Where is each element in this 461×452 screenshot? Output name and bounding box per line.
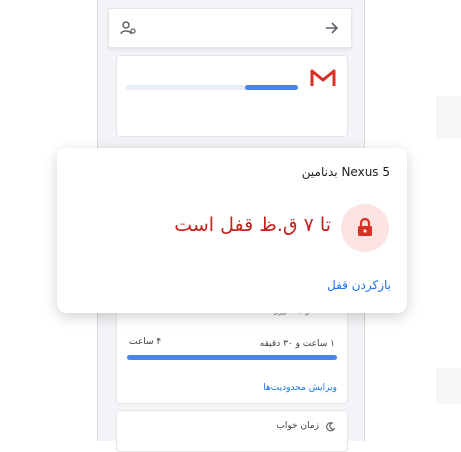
person-settings-icon[interactable] [120,21,136,35]
lock-status-text: تا ۷ ق.ظ قفل است [174,214,331,236]
daily-limit-card: محدودیت روزانه ۴ ساعت ۱ ساعت و ۳۰ دقیقه … [116,298,348,404]
bedtime-label: زمان خواب [276,421,319,431]
moon-icon [326,422,335,432]
background-ghost-panel [436,96,461,138]
usage-track [126,85,298,90]
lock-icon [358,217,372,236]
device-lock-dialog: Nexus 5 بدنامین تا ۷ ق.ظ قفل است بازکردن… [57,148,407,313]
edit-limits-link[interactable]: ویرایش محدودیت‌ها [263,383,337,393]
daily-limit-fill [127,355,337,360]
device-title: Nexus 5 بدنامین [301,165,390,179]
gmail-icon [310,69,336,86]
app-usage-card [116,55,348,137]
daily-limit-track [127,355,337,360]
bedtime-card: زمان خواب [116,410,348,452]
lock-badge [341,204,389,252]
usage-fill [244,85,298,90]
limit-label: ۴ ساعت [129,337,162,347]
unlock-button[interactable]: بازکردن قفل [327,278,391,292]
used-label: ۱ ساعت و ۳۰ دقیقه [259,339,335,349]
background-ghost-panel [436,368,461,404]
arrow-icon[interactable] [325,21,339,35]
top-app-bar [108,8,352,48]
